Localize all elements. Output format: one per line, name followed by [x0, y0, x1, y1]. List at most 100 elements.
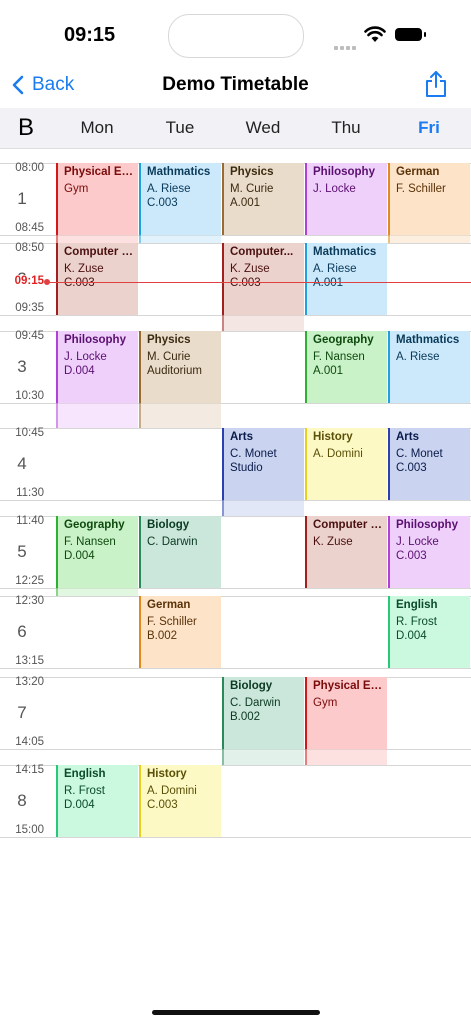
lesson-cell[interactable]: Philosophy J. Locke C.003: [388, 516, 470, 588]
lesson-cell[interactable]: Computer S... K. Zuse: [305, 516, 387, 588]
period-end-time: 15:00: [15, 824, 44, 836]
period-start-time: 13:20: [15, 676, 44, 688]
lesson-subject: Computer S...: [64, 246, 138, 258]
lesson-teacher: F. Nansen: [313, 351, 365, 363]
lesson-gap-filler: [222, 500, 304, 516]
lesson-cell[interactable]: English R. Frost D.004: [388, 596, 470, 668]
lesson-cell[interactable]: Mathmatics A. Riese: [388, 331, 470, 403]
period-number: 6: [17, 622, 27, 641]
period-number: 3: [17, 357, 27, 376]
lesson-teacher: K. Zuse: [230, 263, 270, 275]
lesson-room: C.003: [64, 277, 95, 289]
period-start-time: 08:50: [15, 242, 44, 254]
lesson-teacher: F. Nansen: [64, 536, 116, 548]
lesson-gap-filler: [305, 749, 387, 765]
lesson-gap-filler: [222, 315, 304, 331]
lesson-gap-filler: [56, 403, 138, 428]
lesson-subject: Physics: [147, 334, 191, 346]
lesson-cell[interactable]: Philosophy J. Locke D.004: [56, 331, 138, 403]
lesson-room: Auditorium: [147, 365, 202, 377]
lesson-cell[interactable]: Mathmatics A. Riese C.003: [139, 163, 221, 235]
lesson-teacher: C. Darwin: [230, 697, 281, 709]
period-end-time: 10:30: [15, 390, 44, 402]
lesson-gap-filler: [56, 588, 138, 596]
period-start-time: 14:15: [15, 764, 44, 776]
lesson-room: Studio: [230, 462, 263, 474]
period-number: 4: [17, 454, 27, 473]
lesson-teacher: K. Zuse: [313, 536, 353, 548]
lesson-subject: Mathmatics: [147, 166, 211, 178]
lesson-cell[interactable]: Philosophy J. Locke: [305, 163, 387, 235]
lesson-subject: Geography: [313, 334, 374, 346]
lesson-room: A.001: [313, 277, 344, 289]
lesson-subject: Computer S...: [313, 519, 387, 531]
lesson-teacher: M. Curie: [147, 351, 191, 363]
period-start-time: 09:45: [15, 330, 44, 342]
lesson-teacher: K. Zuse: [64, 263, 104, 275]
period-end-time: 12:25: [15, 575, 44, 587]
period-start-time: 08:00: [15, 162, 44, 174]
period-end-time: 08:45: [15, 222, 44, 234]
period-line: [0, 668, 471, 669]
lesson-gap-filler: [56, 235, 138, 243]
lesson-room: D.004: [64, 799, 95, 811]
lesson-subject: German: [396, 166, 440, 178]
lesson-subject: Mathmatics: [396, 334, 460, 346]
lesson-cell[interactable]: Geography F. Nansen D.004: [56, 516, 138, 588]
lesson-cell[interactable]: Biology C. Darwin B.002: [222, 677, 304, 749]
lesson-cell[interactable]: Geography F. Nansen A.001: [305, 331, 387, 403]
lesson-room: D.004: [64, 365, 95, 377]
lesson-teacher: R. Frost: [396, 616, 437, 628]
lesson-room: D.004: [64, 550, 95, 562]
period-number: 5: [17, 542, 27, 561]
lesson-subject: Computer...: [230, 246, 294, 258]
period-end-time: 14:05: [15, 736, 44, 748]
lesson-cell[interactable]: German F. Schiller: [388, 163, 470, 235]
lesson-subject: Biology: [230, 680, 273, 692]
period-start-time: 11:40: [16, 515, 44, 527]
lesson-teacher: Gym: [64, 183, 89, 195]
lesson-cell[interactable]: English R. Frost D.004: [56, 765, 138, 837]
current-time-label: 09:15: [0, 275, 44, 287]
lesson-subject: Philosophy: [64, 334, 126, 346]
lesson-teacher: J. Locke: [64, 351, 107, 363]
period-line: [0, 837, 471, 838]
lesson-cell[interactable]: History A. Domini: [305, 428, 387, 500]
lesson-teacher: J. Locke: [313, 183, 356, 195]
lesson-teacher: M. Curie: [230, 183, 274, 195]
lesson-room: A.001: [230, 197, 261, 209]
lesson-room: C.003: [147, 197, 178, 209]
lesson-cell[interactable]: Physical Ed... Gym: [305, 677, 387, 749]
lesson-cell[interactable]: Arts C. Monet C.003: [388, 428, 470, 500]
lesson-cell[interactable]: Computer... K. Zuse C.003: [222, 243, 304, 315]
lesson-teacher: A. Riese: [147, 183, 191, 195]
lesson-gap-filler: [139, 235, 221, 243]
lesson-teacher: F. Schiller: [147, 616, 197, 628]
lesson-cell[interactable]: Mathmatics A. Riese A.001: [305, 243, 387, 315]
lesson-subject: Geography: [64, 519, 125, 531]
lesson-cell[interactable]: Arts C. Monet Studio: [222, 428, 304, 500]
lesson-cell[interactable]: History A. Domini C.003: [139, 765, 221, 837]
lesson-subject: History: [313, 431, 353, 443]
lesson-cell[interactable]: German F. Schiller B.002: [139, 596, 221, 668]
lesson-cell[interactable]: Physics M. Curie A.001: [222, 163, 304, 235]
lesson-room: D.004: [396, 630, 427, 642]
current-time-line: [48, 282, 471, 283]
lesson-subject: Philosophy: [313, 166, 375, 178]
home-indicator: [152, 1010, 320, 1015]
lesson-teacher: A. Domini: [313, 448, 363, 460]
lesson-cell[interactable]: Physics M. Curie Auditorium: [139, 331, 221, 403]
lesson-cell[interactable]: Physical Ed... Gym: [56, 163, 138, 235]
lesson-subject: Physical Ed...: [64, 166, 138, 178]
period-end-time: 13:15: [15, 655, 44, 667]
lesson-teacher: A. Riese: [396, 351, 440, 363]
lesson-gap-filler: [222, 749, 304, 765]
period-start-time: 10:45: [15, 427, 44, 439]
lesson-cell[interactable]: Computer S... K. Zuse C.003: [56, 243, 138, 315]
lesson-teacher: A. Riese: [313, 263, 357, 275]
lesson-teacher: C. Monet: [396, 448, 443, 460]
lesson-cell[interactable]: Biology C. Darwin: [139, 516, 221, 588]
current-time-dot: [44, 279, 50, 285]
lesson-subject: Physics: [230, 166, 274, 178]
lesson-teacher: C. Monet: [230, 448, 277, 460]
